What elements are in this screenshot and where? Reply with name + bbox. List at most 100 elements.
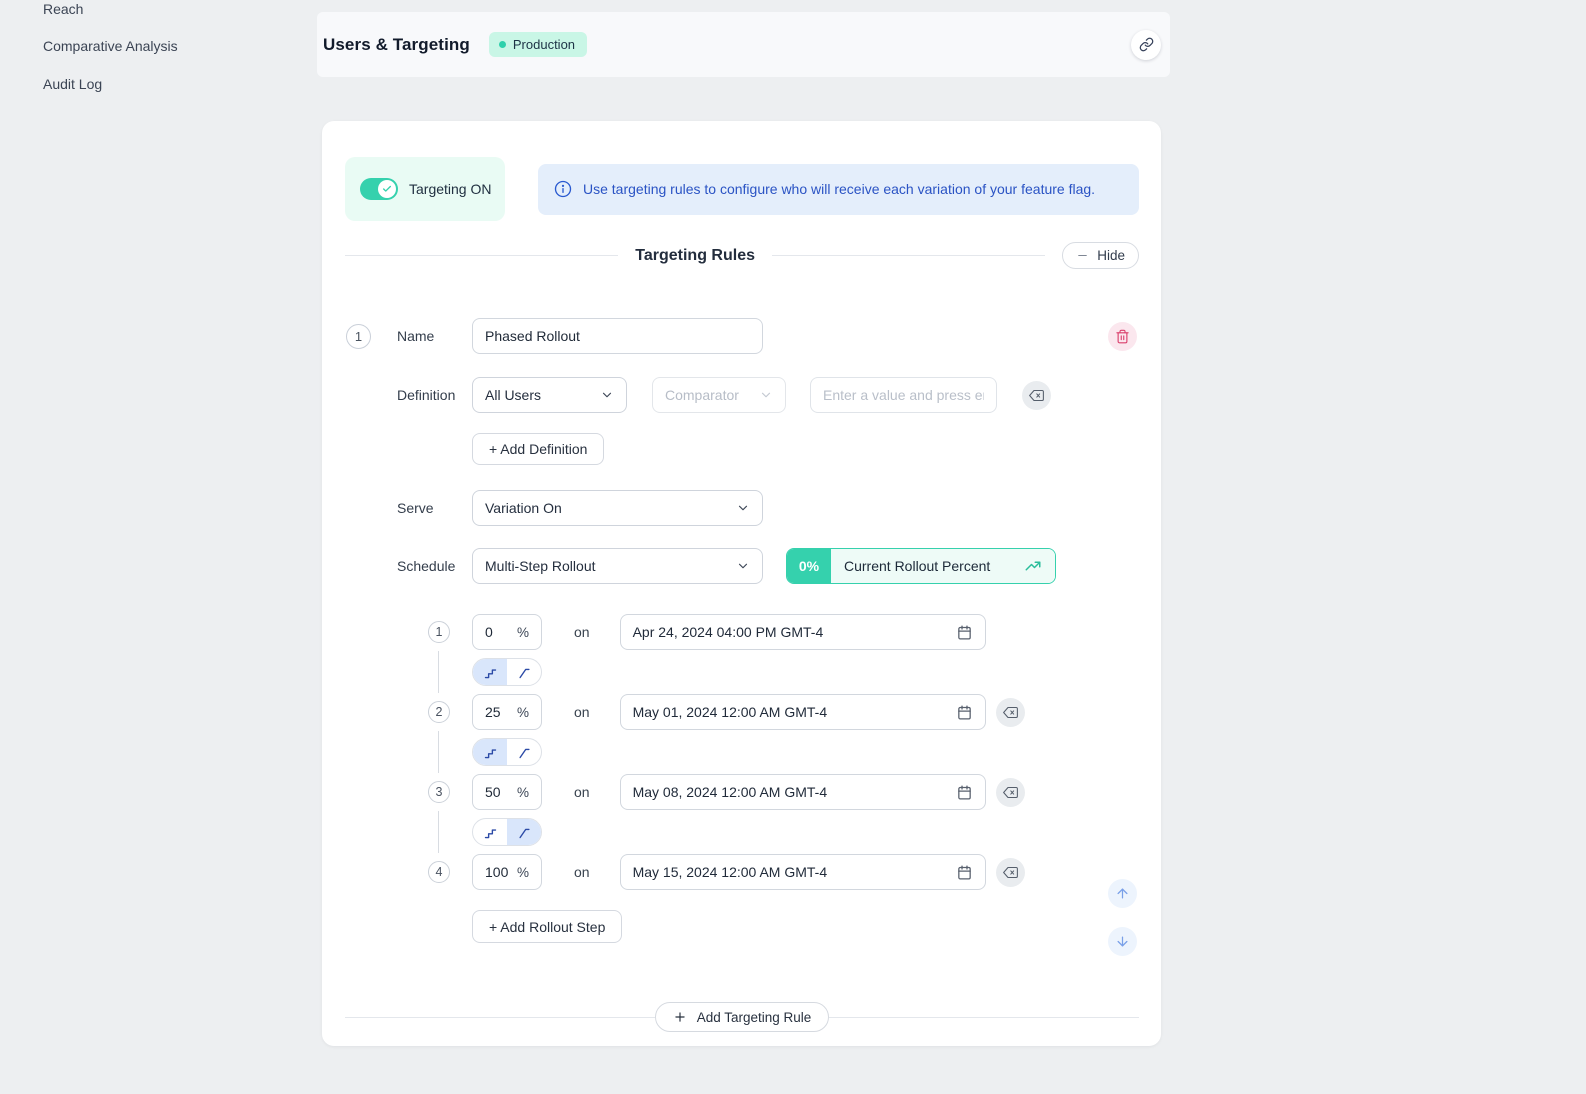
step-number-badge: 4 (428, 861, 450, 883)
section-title: Targeting Rules (635, 247, 755, 265)
step-date-field[interactable]: May 15, 2024 12:00 AM GMT-4 (620, 854, 986, 890)
definition-value-input[interactable] (810, 377, 997, 413)
rollout-step-row: 1 % on Apr 24, 2024 04:00 PM GMT-4 (345, 614, 1139, 650)
toggle-switch[interactable] (360, 178, 398, 200)
add-targeting-rule-button[interactable]: Add Targeting Rule (655, 1002, 830, 1032)
sidebar-item-comparative-analysis[interactable]: Comparative Analysis (43, 38, 178, 54)
move-rule-down-button[interactable] (1108, 927, 1137, 956)
linear-mode-icon[interactable] (507, 739, 541, 765)
backspace-icon (1003, 705, 1018, 720)
delete-rule-button[interactable] (1108, 322, 1137, 351)
on-label: on (574, 704, 590, 720)
rollout-step-row: 2 % on May 01, 2024 12:00 AM GMT-4 (345, 694, 1139, 730)
schedule-select-value: Multi-Step Rollout (485, 558, 596, 574)
current-rollout-label: Current Rollout Percent (844, 558, 1016, 574)
step-date-value: May 08, 2024 12:00 AM GMT-4 (633, 784, 956, 800)
add-rollout-step-button[interactable]: + Add Rollout Step (472, 910, 622, 943)
arrow-down-icon (1115, 934, 1130, 949)
divider-line (829, 1017, 1139, 1018)
step-mode-icon[interactable] (473, 659, 507, 685)
trash-icon (1115, 329, 1130, 344)
rule-name-input[interactable] (472, 318, 763, 354)
copy-link-button[interactable] (1131, 30, 1161, 60)
linear-mode-icon[interactable] (507, 659, 541, 685)
comparator-select-placeholder: Comparator (665, 387, 739, 403)
transition-mode-toggle[interactable] (472, 818, 542, 846)
hide-button-label: Hide (1097, 248, 1125, 263)
remove-step-button[interactable] (996, 858, 1025, 887)
serve-select[interactable]: Variation On (472, 490, 763, 526)
transition-mode-toggle[interactable] (472, 738, 542, 766)
calendar-icon[interactable] (956, 864, 973, 881)
info-banner: Use targeting rules to configure who wil… (538, 164, 1139, 215)
step-mode-icon[interactable] (473, 819, 507, 845)
step-percent-input[interactable] (485, 624, 515, 640)
comparator-select[interactable]: Comparator (652, 377, 786, 413)
info-icon (554, 180, 572, 198)
step-percent-input[interactable] (485, 864, 515, 880)
step-date-field[interactable]: May 01, 2024 12:00 AM GMT-4 (620, 694, 986, 730)
link-icon (1139, 37, 1154, 52)
clear-definition-button[interactable] (1022, 381, 1051, 410)
plus-icon (673, 1010, 687, 1024)
page-title: Users & Targeting (323, 35, 470, 55)
step-percent-field[interactable]: % (472, 774, 542, 810)
percent-unit: % (517, 625, 529, 640)
percent-unit: % (517, 865, 529, 880)
step-date-field[interactable]: May 08, 2024 12:00 AM GMT-4 (620, 774, 986, 810)
step-number-badge: 3 (428, 781, 450, 803)
environment-label: Production (513, 37, 575, 52)
step-date-field[interactable]: Apr 24, 2024 04:00 PM GMT-4 (620, 614, 986, 650)
chevron-down-icon (600, 388, 614, 402)
on-label: on (574, 784, 590, 800)
step-percent-field[interactable]: % (472, 614, 542, 650)
remove-step-button[interactable] (996, 698, 1025, 727)
transition-mode-toggle[interactable] (472, 658, 542, 686)
environment-dot-icon (499, 41, 506, 48)
schedule-select[interactable]: Multi-Step Rollout (472, 548, 763, 584)
sidebar-item-reach[interactable]: Reach (43, 1, 83, 17)
rollout-step-row: 3 % on May 08, 2024 12:00 AM GMT-4 (345, 774, 1139, 810)
on-label: on (574, 624, 590, 640)
calendar-icon[interactable] (956, 784, 973, 801)
chevron-down-icon (736, 559, 750, 573)
definition-select[interactable]: All Users (472, 377, 627, 413)
backspace-icon (1003, 785, 1018, 800)
step-percent-input[interactable] (485, 784, 515, 800)
hide-rules-button[interactable]: Hide (1062, 242, 1139, 269)
rollout-step-row: 4 % on May 15, 2024 12:00 AM GMT-4 (345, 854, 1139, 890)
percent-unit: % (517, 785, 529, 800)
current-rollout-percent: 0% (787, 549, 831, 583)
schedule-label: Schedule (397, 558, 455, 574)
step-percent-field[interactable]: % (472, 694, 542, 730)
step-date-value: May 01, 2024 12:00 AM GMT-4 (633, 704, 956, 720)
add-definition-button[interactable]: + Add Definition (472, 433, 604, 465)
definition-select-value: All Users (485, 387, 541, 403)
environment-badge: Production (489, 32, 587, 57)
targeting-toggle[interactable]: Targeting ON (345, 157, 505, 221)
calendar-icon[interactable] (956, 704, 973, 721)
percent-unit: % (517, 705, 529, 720)
step-percent-input[interactable] (485, 704, 515, 720)
current-rollout-badge: 0% Current Rollout Percent (786, 548, 1056, 584)
name-label: Name (397, 328, 434, 344)
step-transition-row (345, 658, 1139, 686)
arrow-up-icon (1115, 886, 1130, 901)
targeting-toggle-label: Targeting ON (409, 181, 491, 197)
step-mode-icon[interactable] (473, 739, 507, 765)
remove-step-button[interactable] (996, 778, 1025, 807)
check-icon (378, 180, 396, 198)
serve-select-value: Variation On (485, 500, 562, 516)
chevron-down-icon (759, 388, 773, 402)
chevron-down-icon (736, 501, 750, 515)
serve-label: Serve (397, 500, 434, 516)
linear-mode-icon[interactable] (507, 819, 541, 845)
calendar-icon[interactable] (956, 624, 973, 641)
targeting-panel: Targeting ON Use targeting rules to conf… (322, 121, 1161, 1046)
step-connector-line (438, 811, 439, 853)
step-connector-line (438, 651, 439, 693)
move-rule-up-button[interactable] (1108, 879, 1137, 908)
step-percent-field[interactable]: % (472, 854, 542, 890)
sidebar-item-audit-log[interactable]: Audit Log (43, 76, 102, 92)
divider-line (345, 1017, 655, 1018)
